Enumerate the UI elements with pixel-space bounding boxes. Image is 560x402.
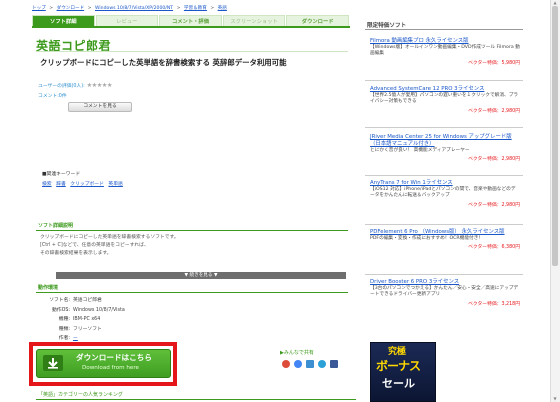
- breadcrumb-sep: >: [210, 6, 215, 11]
- mixi-icon[interactable]: [306, 360, 314, 368]
- share-icons: [282, 360, 338, 368]
- promo-desc: 【iOS12 対応】iPhone/iPadとパソコンの間で、音楽や動画などのデー…: [370, 187, 516, 199]
- scroll-down-arrow-icon[interactable]: ▼: [551, 396, 559, 401]
- download-button-label: ダウンロードはこちら: [76, 353, 152, 362]
- breadcrumb-os[interactable]: Windows 10/8/7/Vista/XP/2000/NT: [95, 6, 173, 11]
- description-line: クリップボードにコピーした英単語を辞書検索するソフトです。: [40, 235, 179, 240]
- promo-desc: 【世界2.5億人が愛用】パソコンの遅い重いを１クリックで解消、プライバシー対策も…: [370, 93, 519, 105]
- rating-user-label: ユーザーの評価(0人):: [38, 84, 85, 89]
- promo-price: ベクター特価：6,380円: [468, 245, 520, 251]
- share-label: ▶みんなで共有: [280, 350, 314, 356]
- facebook-icon[interactable]: [330, 360, 338, 368]
- description-line: [Ctrl + C]などで、任意の英単語をコピーすれば、: [40, 243, 149, 248]
- software-subtitle: クリップボードにコピーした英単語を辞書検索する 英辞郎データ利用可能: [40, 58, 287, 67]
- tab-review[interactable]: レビュー: [95, 15, 159, 26]
- breadcrumb-sep: >: [49, 6, 54, 11]
- download-arrow-icon: [43, 355, 63, 371]
- breadcrumb-sep: >: [87, 6, 92, 11]
- promo-desc: 【Windows版】オールインワン動画編集・DVD作成ツール Filmora 動…: [370, 45, 520, 57]
- promo-item: AnyTrans 7 for Win 1ライセンス 【iOS12 対応】iPho…: [370, 180, 520, 208]
- environment-header: 動作環境: [38, 285, 59, 291]
- twitter-icon[interactable]: [318, 360, 326, 368]
- env-row: 動作OS: Windows 10/8/7/Vista: [51, 307, 125, 313]
- banner-line1: 究極: [388, 347, 407, 357]
- promo-desc: 【3台のパソコンでつかえる】かんたん／安心・安全／高速にアップデートできるドライ…: [370, 286, 519, 298]
- promo-divider: [365, 80, 523, 81]
- scrollbar-thumb[interactable]: [552, 6, 558, 266]
- promo-desc: とにかく音が良い！ 高機能メディアプレーヤー: [370, 148, 470, 153]
- rating-stars: ★★★★★: [86, 82, 113, 89]
- google-icon[interactable]: [282, 360, 290, 368]
- description-divider: [36, 230, 348, 231]
- scroll-up-arrow-icon[interactable]: ▲: [551, 0, 559, 5]
- ranking-divider: [36, 399, 356, 400]
- env-row: 機種: IBM-PC x64: [58, 317, 101, 323]
- software-tabs: ソフト詳細 レビュー コメント・評価 スクリーンショット ダウンロード: [32, 15, 350, 28]
- promo-price: ベクター特価：2,980円: [468, 157, 520, 163]
- promo-item: Advanced SystemCare 12 PRO 3ライセンス 【世界2.5…: [370, 86, 520, 114]
- promo-title[interactable]: Driver Booster 6 PRO 3ライセンス: [370, 279, 520, 286]
- keywords-list: 検索 辞書 クリップボード 英単語: [42, 180, 126, 187]
- google-plus-icon[interactable]: [294, 360, 302, 368]
- env-row: ソフト名: 英語コピ郎君: [49, 298, 102, 303]
- promo-divider: [365, 274, 523, 275]
- breadcrumb: トップ > ダウンロード > Windows 10/8/7/Vista/XP/2…: [32, 5, 229, 11]
- ranking-header: 「英語」カテゴリーの人気ランキング: [38, 392, 123, 398]
- tab-download[interactable]: ダウンロード: [286, 15, 349, 26]
- tab-comments[interactable]: コメント・評価: [159, 15, 222, 26]
- title-divider: [36, 51, 348, 52]
- keyword-link[interactable]: 英単語: [108, 182, 122, 187]
- promo-item: JRiver Media Center 25 for Windows アップグレ…: [370, 134, 520, 162]
- keywords-header: ■関連キーワード: [42, 172, 81, 177]
- env-row: 種類: フリーソフト: [58, 326, 102, 332]
- promo-item: Filmora 動画編集プロ 永久ライセンス版 【Windows版】オールインワ…: [370, 38, 520, 66]
- promo-item: Driver Booster 6 PRO 3ライセンス 【3台のパソコンでつかえ…: [370, 279, 520, 307]
- promo-title[interactable]: Filmora 動画編集プロ 永久ライセンス版: [370, 38, 520, 45]
- promo-divider: [365, 127, 523, 128]
- promo-item: PDFelement 6 Pro （Windows版） 永久ライセンス版 PDF…: [370, 229, 520, 250]
- sidebar-header: 限定特価ソフト: [367, 23, 407, 29]
- banner-line2: ボーナス: [376, 359, 421, 373]
- breadcrumb-download[interactable]: ダウンロード: [57, 6, 85, 11]
- environment-divider: [36, 292, 348, 293]
- promo-divider: [365, 175, 523, 176]
- download-button-sublabel: Download from here: [82, 365, 139, 371]
- description-header: ソフト詳細説明: [38, 223, 74, 229]
- keyword-link[interactable]: 辞書: [56, 182, 66, 187]
- sidebar-divider: [365, 29, 523, 30]
- tab-screenshots[interactable]: スクリーンショット: [222, 15, 286, 26]
- breadcrumb-top[interactable]: トップ: [32, 6, 46, 11]
- keyword-link[interactable]: クリップボード: [70, 182, 104, 187]
- promo-price: ベクター特価：2,980円: [468, 202, 520, 208]
- promo-desc: PDFの編集・変換・作成におすすめ！OCR機能付き！: [370, 236, 484, 241]
- environment-table: ソフト名: 英語コピ郎君 動作OS: Windows 10/8/7/Vista 機種…: [44, 296, 125, 344]
- promo-price: ベクター特価：5,980円: [468, 60, 520, 66]
- breadcrumb-english[interactable]: 英語: [218, 6, 227, 11]
- promo-title[interactable]: PDFelement 6 Pro （Windows版） 永久ライセンス版: [370, 229, 520, 236]
- promo-price: ベクター特価：3,218円: [468, 301, 520, 307]
- view-comments-button[interactable]: コメントを見る: [68, 102, 132, 112]
- tab-details[interactable]: ソフト詳細: [32, 15, 95, 26]
- promo-divider: [365, 224, 523, 225]
- promo-price: ベクター特価：2,980円: [468, 108, 520, 114]
- banner-line3: セール: [382, 377, 415, 390]
- read-more-button[interactable]: ▼ 続きを見る ▼: [56, 272, 346, 279]
- promo-title[interactable]: JRiver Media Center 25 for Windows アップグレ…: [370, 134, 520, 148]
- promo-title[interactable]: Advanced SystemCare 12 PRO 3ライセンス: [370, 86, 520, 93]
- keyword-link[interactable]: 検索: [42, 182, 52, 187]
- comment-count: コメント:0件: [38, 94, 67, 99]
- breadcrumb-sep: >: [176, 6, 181, 11]
- description-line: その辞書検索結果を表示します。: [40, 251, 112, 256]
- breadcrumb-category[interactable]: 学習＆教育: [184, 6, 207, 11]
- promo-title[interactable]: AnyTrans 7 for Win 1ライセンス: [370, 180, 520, 187]
- rating-box: ユーザーの評価(0人): ★★★★★ コメント:0件: [38, 82, 168, 118]
